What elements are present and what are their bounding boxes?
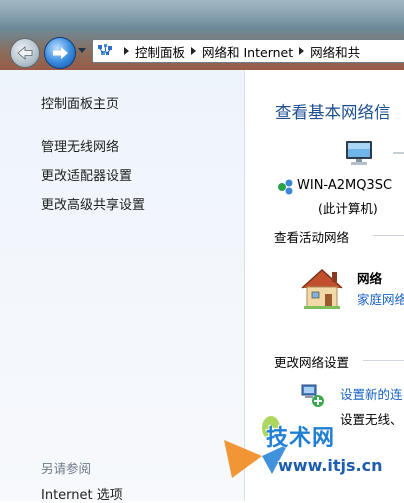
change-advanced-sharing-link[interactable]: 更改高级共享设置 bbox=[41, 194, 145, 213]
see-also-header: 另请参阅 bbox=[41, 461, 92, 476]
computer-monitor-icon bbox=[346, 141, 372, 165]
internet-options-link[interactable]: Internet 选项 bbox=[41, 484, 123, 503]
address-bar[interactable]: 控制面板 网络和 Internet 网络和共 bbox=[92, 39, 404, 63]
back-button[interactable] bbox=[10, 38, 40, 68]
control-panel-home-link[interactable]: 控制面板主页 bbox=[41, 93, 119, 112]
network-name-label: 网络 bbox=[357, 271, 383, 286]
watermark-brand-text: 技术网 bbox=[266, 426, 336, 451]
breadcrumb-network-internet[interactable]: 网络和 Internet bbox=[202, 42, 293, 61]
window-title-bar: 控制面板 网络和 Internet 网络和共 bbox=[0, 0, 404, 70]
breadcrumb-separator-icon[interactable] bbox=[124, 47, 129, 55]
network-connection-icon bbox=[278, 179, 293, 195]
recent-pages-dropdown-icon[interactable] bbox=[78, 48, 86, 53]
breadcrumb-network-sharing-center[interactable]: 网络和共 bbox=[310, 42, 360, 61]
breadcrumb-separator-icon[interactable] bbox=[191, 47, 197, 55]
network-location-icon bbox=[98, 44, 112, 55]
map-connector-line bbox=[393, 152, 404, 154]
title-bar-glass bbox=[0, 0, 404, 28]
left-navigation-pane: 控制面板主页 管理无线网络 更改适配器设置 更改高级共享设置 另请参阅 Inte… bbox=[0, 70, 245, 503]
this-computer-label: (此计算机) bbox=[318, 201, 378, 216]
network-type-link[interactable]: 家庭网络 bbox=[357, 289, 404, 308]
change-adapter-settings-link[interactable]: 更改适配器设置 bbox=[41, 165, 132, 184]
section-divider bbox=[363, 360, 404, 361]
section-divider bbox=[373, 235, 404, 236]
forward-arrow-icon bbox=[53, 47, 68, 59]
setup-connection-icon[interactable] bbox=[299, 382, 327, 408]
page-title: 查看基本网络信 bbox=[275, 103, 391, 122]
active-networks-header: 查看活动网络 bbox=[274, 230, 350, 245]
change-network-settings-header: 更改网络设置 bbox=[274, 355, 350, 370]
breadcrumb-separator-icon[interactable] bbox=[299, 47, 305, 55]
back-arrow-icon bbox=[17, 46, 33, 60]
forward-button[interactable] bbox=[44, 37, 76, 69]
watermark-url-text: www.itjs.cn bbox=[278, 456, 383, 475]
breadcrumb-control-panel[interactable]: 控制面板 bbox=[135, 42, 185, 61]
manage-wireless-networks-link[interactable]: 管理无线网络 bbox=[41, 136, 119, 155]
setup-new-connection-link[interactable]: 设置新的连 bbox=[340, 384, 403, 403]
computer-name-label: WIN-A2MQ3SC bbox=[297, 178, 393, 193]
site-watermark: 技术网 www.itjs.cn bbox=[222, 412, 404, 501]
home-network-icon bbox=[301, 268, 343, 309]
